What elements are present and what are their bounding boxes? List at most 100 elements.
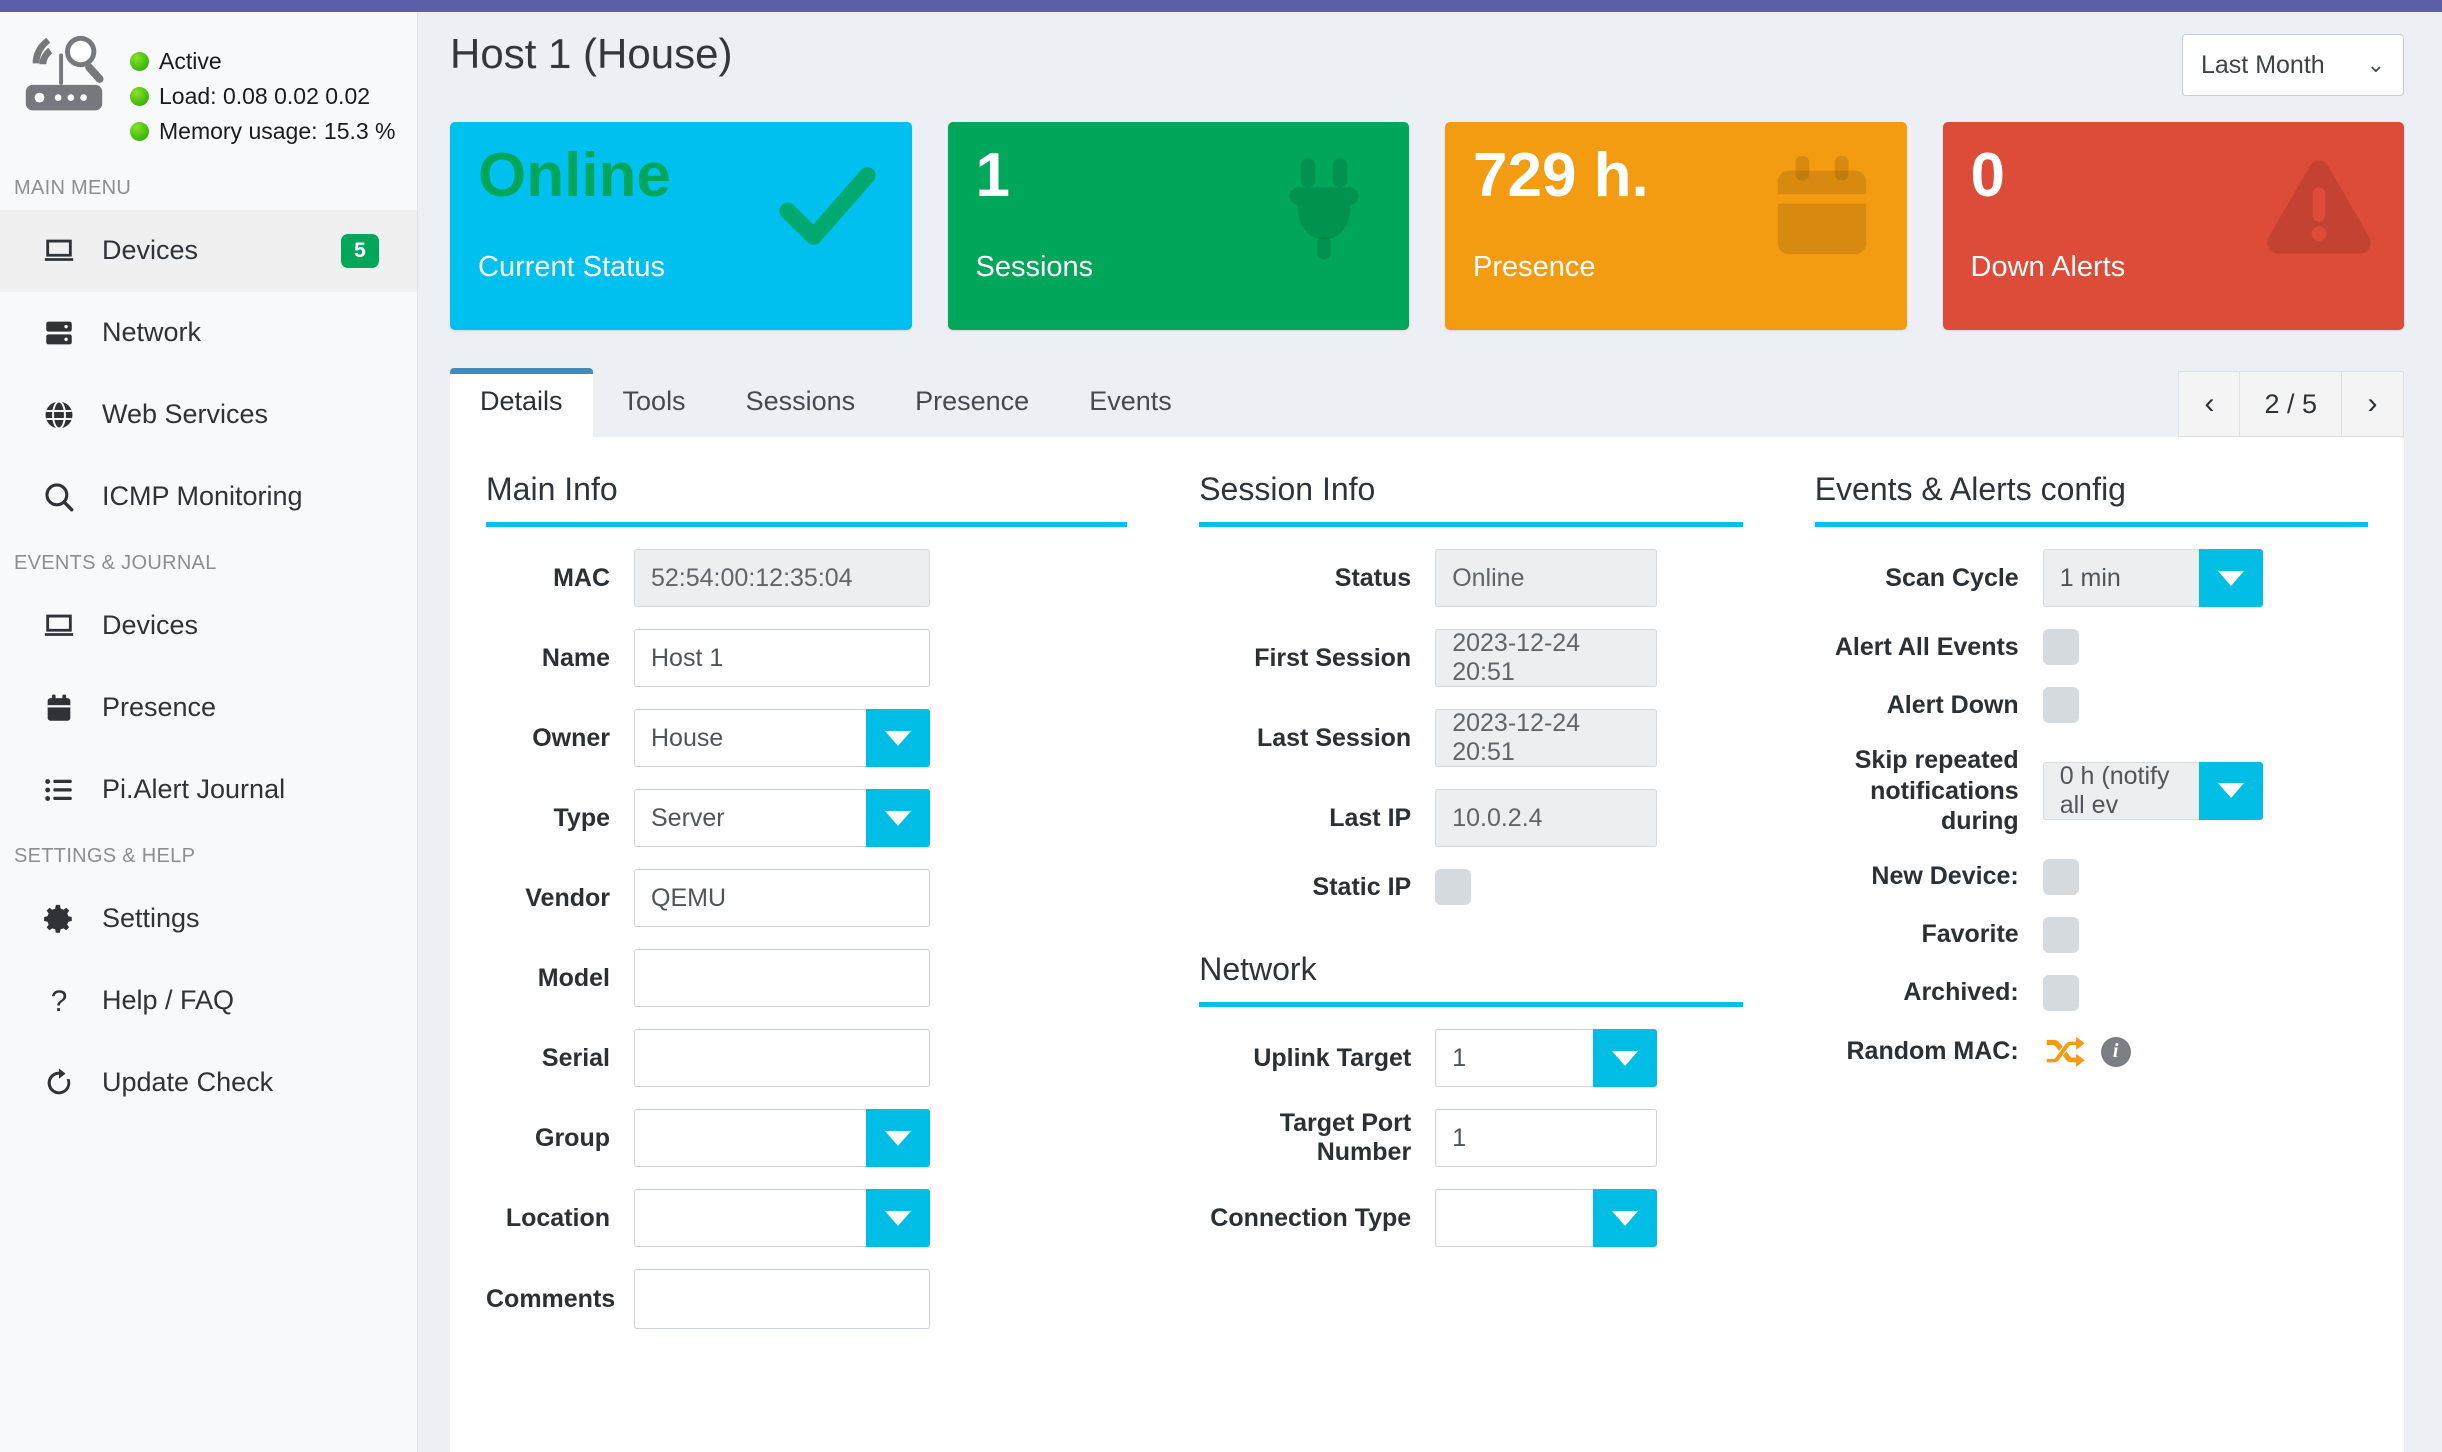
serial-input[interactable] (634, 1029, 930, 1087)
field-row-uplink-target: Uplink Target 1 (1185, 1029, 1757, 1087)
type-select-value[interactable]: Server (634, 789, 866, 847)
green-dot-icon (130, 52, 149, 71)
field-label: Location (486, 1204, 634, 1233)
card-down-alerts[interactable]: 0 Down Alerts (1943, 122, 2405, 330)
type-dropdown-button[interactable] (866, 789, 930, 847)
pagination: ‹ 2 / 5 › (2178, 371, 2404, 437)
tab-presence[interactable]: Presence (885, 368, 1059, 437)
sidebar: Active Load: 0.08 0.02 0.02 Memory usage… (0, 0, 418, 1452)
sidebar-item-presence[interactable]: Presence (0, 667, 417, 749)
card-label: Sessions (976, 251, 1094, 284)
sidebar-item-web-services[interactable]: Web Services (0, 374, 417, 456)
details-panel: Main Info MAC 52:54:00:12:35:04 Name Hos… (450, 437, 2404, 1452)
uplink-target-select-value[interactable]: 1 (1435, 1029, 1593, 1087)
sidebar-item-label: Update Check (102, 1067, 417, 1098)
status-memory-label: Memory usage: 15.3 % (159, 114, 396, 149)
alert-down-checkbox[interactable] (2043, 687, 2079, 723)
menu-header-settings: SETTINGS & HELP (0, 831, 417, 878)
field-label: Group (486, 1124, 634, 1153)
sidebar-item-pialert-journal[interactable]: Pi.Alert Journal (0, 749, 417, 831)
field-label: Static IP (1199, 873, 1435, 902)
field-row-vendor: Vendor QEMU (472, 869, 1141, 927)
field-row-mac: MAC 52:54:00:12:35:04 (472, 549, 1141, 607)
field-row-new-device: New Device: (1801, 859, 2382, 895)
field-label: New Device: (1815, 862, 2043, 891)
mac-input: 52:54:00:12:35:04 (634, 549, 930, 607)
app-root: Active Load: 0.08 0.02 0.02 Memory usage… (0, 0, 2442, 1452)
sidebar-item-events-devices[interactable]: Devices (0, 585, 417, 667)
scan-cycle-dropdown-button[interactable] (2199, 549, 2263, 607)
sidebar-item-label: Presence (102, 692, 417, 723)
question-icon: ? (42, 984, 76, 1018)
sidebar-item-settings[interactable]: Settings (0, 878, 417, 960)
location-select-value[interactable] (634, 1189, 866, 1247)
uplink-target-dropdown-button[interactable] (1593, 1029, 1657, 1087)
sidebar-item-label: Devices (102, 610, 417, 641)
field-row-last-session: Last Session 2023-12-24 20:51 (1185, 709, 1757, 767)
events-config-title: Events & Alerts config (1815, 471, 2368, 527)
tab-sessions[interactable]: Sessions (716, 368, 886, 437)
field-label: Archived: (1815, 978, 2043, 1007)
field-row-status: Status Online (1185, 549, 1757, 607)
status-load-label: Load: 0.08 0.02 0.02 (159, 79, 370, 114)
field-label: Uplink Target (1199, 1044, 1435, 1073)
page-header: Host 1 (House) Last Month ⌄ (418, 12, 2442, 96)
favorite-checkbox[interactable] (2043, 917, 2079, 953)
vendor-input[interactable]: QEMU (634, 869, 930, 927)
name-input[interactable]: Host 1 (634, 629, 930, 687)
new-device-checkbox[interactable] (2043, 859, 2079, 895)
card-presence[interactable]: 729 h. Presence (1445, 122, 1907, 330)
caret-down-icon (2218, 783, 2244, 798)
group-dropdown-button[interactable] (866, 1109, 930, 1167)
field-row-alert-down: Alert Down (1801, 687, 2382, 723)
chevron-left-icon[interactable]: ‹ (2178, 371, 2240, 437)
tab-events[interactable]: Events (1059, 368, 1202, 437)
scan-cycle-select-value[interactable]: 1 min (2043, 549, 2199, 607)
field-row-location: Location (472, 1189, 1141, 1247)
tab-details[interactable]: Details (450, 368, 593, 437)
model-input[interactable] (634, 949, 930, 1007)
group-select-value[interactable] (634, 1109, 866, 1167)
field-label: Last IP (1199, 804, 1435, 833)
last-session-input: 2023-12-24 20:51 (1435, 709, 1657, 767)
chevron-down-icon: ⌄ (2367, 54, 2385, 76)
sidebar-item-help-faq[interactable]: ? Help / FAQ (0, 960, 417, 1042)
sidebar-item-update-check[interactable]: Update Check (0, 1042, 417, 1124)
chevron-right-icon[interactable]: › (2342, 371, 2404, 437)
skip-repeated-select-value[interactable]: 0 h (notify all ev (2043, 762, 2199, 820)
comments-textarea[interactable] (634, 1269, 930, 1329)
card-sessions[interactable]: 1 Sessions (948, 122, 1410, 330)
owner-select-value[interactable]: House (634, 709, 866, 767)
tab-tools[interactable]: Tools (593, 368, 716, 437)
field-label: Favorite (1815, 920, 2043, 949)
info-icon[interactable]: i (2101, 1037, 2131, 1067)
calendar-icon (42, 691, 76, 725)
sidebar-item-label: Network (102, 317, 417, 348)
card-value: 729 h. (1473, 144, 1879, 208)
skip-repeated-dropdown-button[interactable] (2199, 762, 2263, 820)
alert-all-events-checkbox[interactable] (2043, 629, 2079, 665)
field-label: Last Session (1199, 724, 1435, 753)
archived-checkbox[interactable] (2043, 975, 2079, 1011)
card-label: Down Alerts (1971, 251, 2126, 284)
main-info-column: Main Info MAC 52:54:00:12:35:04 Name Hos… (450, 471, 1163, 1452)
connection-type-select-value[interactable] (1435, 1189, 1593, 1247)
status-memory: Memory usage: 15.3 % (130, 114, 396, 149)
page-title: Host 1 (House) (450, 30, 732, 78)
page-counter[interactable]: 2 / 5 (2240, 371, 2342, 437)
connection-type-dropdown-button[interactable] (1593, 1189, 1657, 1247)
period-select[interactable]: Last Month ⌄ (2182, 34, 2404, 96)
owner-dropdown-button[interactable] (866, 709, 930, 767)
field-row-group: Group (472, 1109, 1141, 1167)
sidebar-item-icmp-monitoring[interactable]: ICMP Monitoring (0, 456, 417, 538)
sidebar-item-network[interactable]: Network (0, 292, 417, 374)
field-row-name: Name Host 1 (472, 629, 1141, 687)
sidebar-item-devices[interactable]: Devices 5 (0, 210, 417, 292)
card-current-status[interactable]: Online Current Status (450, 122, 912, 330)
static-ip-checkbox[interactable] (1435, 869, 1471, 905)
field-label: Status (1199, 564, 1435, 593)
field-label: Connection Type (1199, 1204, 1435, 1233)
field-label: Comments (486, 1285, 634, 1314)
location-dropdown-button[interactable] (866, 1189, 930, 1247)
target-port-number-input[interactable]: 1 (1435, 1109, 1657, 1167)
